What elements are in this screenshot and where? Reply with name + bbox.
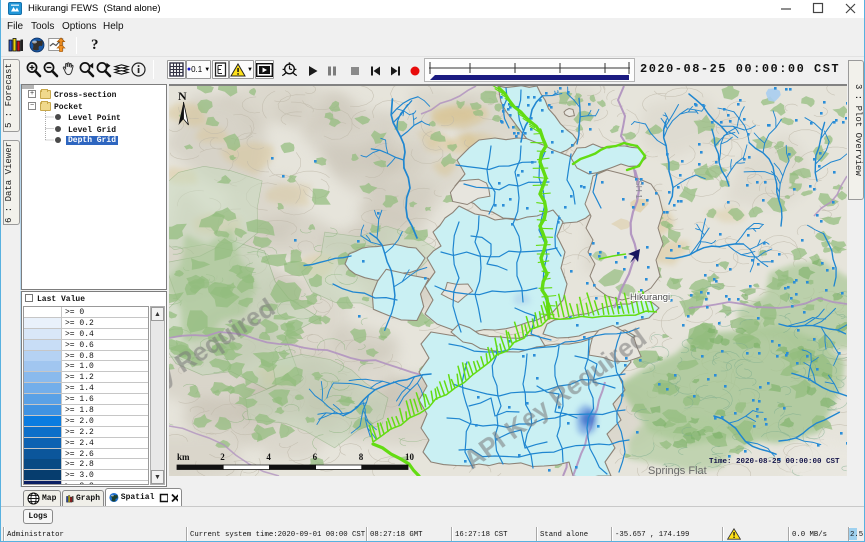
svg-text:10: 10 xyxy=(405,452,415,462)
svg-text:km: km xyxy=(177,452,190,462)
svg-text:Hikurangi: Hikurangi xyxy=(630,292,670,303)
svg-text:Time: 2020-08-25 00:00:00 CST: Time: 2020-08-25 00:00:00 CST xyxy=(709,458,840,466)
svg-text:6: 6 xyxy=(313,452,318,462)
svg-text:8: 8 xyxy=(359,452,364,462)
svg-text:SH 1: SH 1 xyxy=(634,180,644,199)
svg-text:N: N xyxy=(178,89,187,103)
svg-text:4: 4 xyxy=(266,452,271,462)
svg-text:Springs Flat: Springs Flat xyxy=(648,465,707,476)
svg-text:2: 2 xyxy=(220,452,225,462)
